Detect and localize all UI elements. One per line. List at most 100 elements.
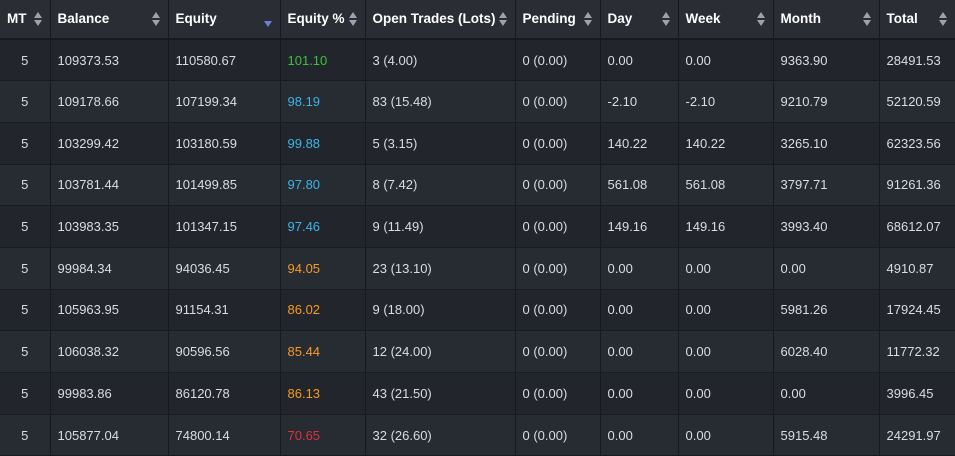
cell-pending: 0 (0.00): [515, 372, 601, 415]
cell-pending: 0 (0.00): [515, 414, 601, 456]
cell-balance: 109373.53: [50, 39, 169, 82]
cell-pending: 0 (0.00): [515, 122, 601, 165]
sort-toggle-icon[interactable]: [348, 12, 358, 26]
table-row[interactable]: 5 103299.42 103180.59 99.88 5 (3.15) 0 (0.00)…: [0, 122, 955, 165]
cell-total: 52120.59: [879, 80, 955, 123]
cell-equity: 86120.78: [168, 372, 281, 415]
column-header-label: Day: [607, 11, 633, 26]
sort-toggle-icon[interactable]: [939, 12, 948, 26]
table-row[interactable]: 5 106038.32 90596.56 85.44 12 (24.00) 0 (0.00…: [0, 330, 955, 373]
cell-month: 6028.40: [773, 330, 880, 373]
sort-toggle-icon[interactable]: [583, 12, 593, 26]
sort-down-icon: [862, 20, 871, 26]
table-row[interactable]: 5 105963.95 91154.31 86.02 9 (18.00) 0 (0.00)…: [0, 289, 955, 332]
sort-down-icon: [498, 20, 507, 26]
cell-open-trades: 32 (26.60): [365, 414, 516, 456]
cell-equity-pct: 86.02: [280, 289, 366, 332]
column-header-balance[interactable]: Balance: [50, 0, 169, 40]
column-header-label: Pending: [522, 11, 576, 26]
sort-toggle-icon[interactable]: [862, 12, 872, 26]
cell-equity-pct: 97.80: [280, 164, 366, 207]
cell-total: 17924.45: [879, 289, 955, 332]
cell-equity-pct: 99.88: [280, 122, 366, 165]
sort-toggle-icon[interactable]: [498, 12, 508, 26]
cell-week: 0.00: [678, 414, 774, 456]
cell-day: 0.00: [600, 39, 679, 82]
cell-balance: 99983.86: [50, 372, 169, 415]
column-header-equity[interactable]: Equity: [168, 0, 281, 40]
column-header-mt[interactable]: MT: [0, 0, 51, 40]
table-row[interactable]: 5 109373.53 110580.67 101.10 3 (4.00) 0 (0.00…: [0, 39, 955, 82]
column-header-total[interactable]: Total: [879, 0, 955, 40]
sort-down-icon: [348, 20, 357, 26]
cell-balance: 103983.35: [50, 205, 169, 248]
column-header-open-trades[interactable]: Open Trades (Lots): [365, 0, 516, 40]
cell-equity: 101347.15: [168, 205, 281, 248]
cell-day: 0.00: [600, 289, 679, 332]
cell-mt: 5: [0, 39, 51, 82]
sort-down-icon: [661, 20, 670, 26]
cell-month: 5981.26: [773, 289, 880, 332]
table-row[interactable]: 5 109178.66 107199.34 98.19 83 (15.48) 0 (0.0…: [0, 80, 955, 123]
column-header-label: Week: [685, 11, 721, 26]
cell-equity: 94036.45: [168, 247, 281, 290]
column-header-label: Equity: [175, 11, 217, 26]
cell-open-trades: 8 (7.42): [365, 164, 516, 207]
cell-equity: 110580.67: [168, 39, 281, 82]
cell-total: 11772.32: [879, 330, 955, 373]
cell-day: 0.00: [600, 372, 679, 415]
cell-week: 0.00: [678, 39, 774, 82]
sort-up-icon: [862, 12, 871, 18]
cell-mt: 5: [0, 330, 51, 373]
cell-week: 0.00: [678, 247, 774, 290]
column-header-equity-pct[interactable]: Equity %: [280, 0, 366, 40]
cell-mt: 5: [0, 164, 51, 207]
cell-equity: 101499.85: [168, 164, 281, 207]
table-header: MT Balance Equity Equity % Open Trades (Lots…: [0, 0, 955, 40]
column-header-label: Month: [780, 11, 821, 26]
cell-day: 149.16: [600, 205, 679, 248]
table-row[interactable]: 5 99984.34 94036.45 94.05 23 (13.10) 0 (0.00)…: [0, 247, 955, 290]
column-header-label: Balance: [57, 11, 110, 26]
sort-up-icon: [756, 12, 765, 18]
cell-mt: 5: [0, 122, 51, 165]
sort-up-icon: [348, 12, 357, 18]
column-header-label: MT: [7, 11, 27, 26]
column-header-pending[interactable]: Pending: [515, 0, 601, 40]
cell-month: 5915.48: [773, 414, 880, 456]
cell-day: -2.10: [600, 80, 679, 123]
cell-balance: 106038.32: [50, 330, 169, 373]
cell-mt: 5: [0, 80, 51, 123]
sort-toggle-icon[interactable]: [33, 12, 43, 26]
table-row[interactable]: 5 103983.35 101347.15 97.46 9 (11.49) 0 (0.00…: [0, 205, 955, 248]
cell-equity-pct: 86.13: [280, 372, 366, 415]
cell-balance: 103781.44: [50, 164, 169, 207]
cell-pending: 0 (0.00): [515, 205, 601, 248]
sort-down-icon: [756, 20, 765, 26]
column-header-day[interactable]: Day: [600, 0, 679, 40]
cell-total: 28491.53: [879, 39, 955, 82]
cell-week: 0.00: [678, 289, 774, 332]
sort-up-icon: [33, 12, 42, 18]
cell-mt: 5: [0, 205, 51, 248]
cell-month: 0.00: [773, 247, 880, 290]
cell-equity-pct: 85.44: [280, 330, 366, 373]
sort-toggle-icon[interactable]: [151, 12, 161, 26]
cell-equity: 107199.34: [168, 80, 281, 123]
sort-toggle-icon[interactable]: [661, 12, 671, 26]
sort-up-icon: [661, 12, 670, 18]
cell-pending: 0 (0.00): [515, 330, 601, 373]
column-header-month[interactable]: Month: [773, 0, 880, 40]
cell-balance: 109178.66: [50, 80, 169, 123]
sort-toggle-icon[interactable]: [756, 12, 766, 26]
cell-equity-pct: 97.46: [280, 205, 366, 248]
table-row[interactable]: 5 105877.04 74800.14 70.65 32 (26.60) 0 (0.00…: [0, 414, 955, 456]
cell-mt: 5: [0, 414, 51, 456]
sort-down-icon: [583, 20, 592, 26]
sort-descending-icon[interactable]: [263, 21, 272, 27]
sort-up-icon: [498, 12, 507, 18]
table-row[interactable]: 5 99983.86 86120.78 86.13 43 (21.50) 0 (0.00)…: [0, 372, 955, 415]
table-row[interactable]: 5 103781.44 101499.85 97.80 8 (7.42) 0 (0.00)…: [0, 164, 955, 207]
cell-open-trades: 9 (18.00): [365, 289, 516, 332]
column-header-week[interactable]: Week: [678, 0, 774, 40]
